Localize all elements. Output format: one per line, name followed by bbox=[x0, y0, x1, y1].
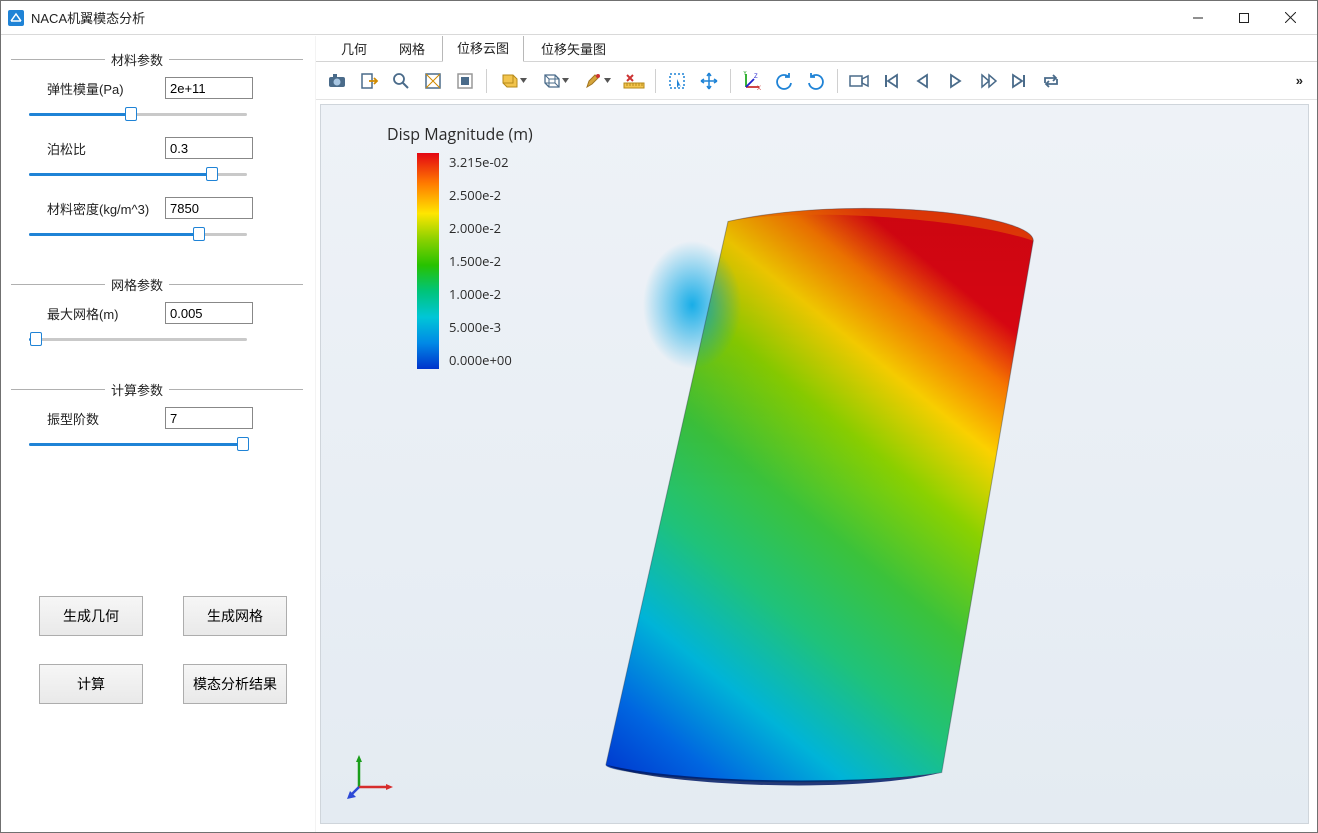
solid-color-dropdown-icon[interactable] bbox=[493, 66, 533, 96]
close-button[interactable] bbox=[1267, 3, 1313, 33]
svg-text:Z: Z bbox=[754, 74, 758, 80]
titlebar: NACA机翼模态分析 bbox=[1, 1, 1317, 35]
tab-geometry[interactable]: 几何 bbox=[326, 35, 382, 62]
fit-data-icon[interactable] bbox=[450, 66, 480, 96]
modal-results-button[interactable]: 模态分析结果 bbox=[183, 664, 287, 704]
input-mode-count[interactable] bbox=[165, 407, 253, 429]
legend-mesh: 网格参数 bbox=[111, 275, 163, 294]
legend-tick: 2.000e-2 bbox=[449, 219, 512, 237]
label-elastic-modulus: 弹性模量(Pa) bbox=[47, 79, 155, 98]
legend-tick: 3.215e-02 bbox=[449, 153, 512, 171]
marquee-select-icon[interactable] bbox=[662, 66, 692, 96]
legend-colorbar bbox=[417, 153, 439, 369]
orientation-triad-icon bbox=[347, 749, 397, 799]
action-buttons: 生成几何 生成网格 计算 模态分析结果 bbox=[11, 576, 303, 824]
first-frame-icon[interactable] bbox=[876, 66, 906, 96]
input-density[interactable] bbox=[165, 197, 253, 219]
camera-reset-icon[interactable] bbox=[844, 66, 874, 96]
slider-max-mesh[interactable] bbox=[29, 330, 247, 348]
legend-material: 材料参数 bbox=[111, 50, 163, 69]
last-frame-icon[interactable] bbox=[1004, 66, 1034, 96]
toolbar-separator bbox=[486, 69, 487, 93]
minimize-button[interactable] bbox=[1175, 3, 1221, 33]
tab-displacement-vector[interactable]: 位移矢量图 bbox=[526, 35, 621, 62]
pan-icon[interactable] bbox=[694, 66, 724, 96]
label-density: 材料密度(kg/m^3) bbox=[47, 199, 155, 218]
group-solver: 计算参数 振型阶数 bbox=[11, 380, 303, 467]
main-area: 几何 网格 位移云图 位移矢量图 Y X Z bbox=[315, 36, 1317, 832]
legend-tick: 0.000e+00 bbox=[449, 351, 512, 369]
param-elastic-modulus: 弹性模量(Pa) bbox=[11, 77, 303, 123]
toolbar-separator bbox=[655, 69, 656, 93]
legend-tick: 1.000e-2 bbox=[449, 285, 512, 303]
next-frame-icon[interactable] bbox=[972, 66, 1002, 96]
loop-icon[interactable] bbox=[1036, 66, 1066, 96]
slider-mode-count[interactable] bbox=[29, 435, 247, 453]
param-max-mesh: 最大网格(m) bbox=[11, 302, 303, 348]
slider-poisson-ratio[interactable] bbox=[29, 165, 247, 183]
legend-tick: 5.000e-3 bbox=[449, 318, 512, 336]
ruler-icon[interactable] bbox=[619, 66, 649, 96]
prev-frame-icon[interactable] bbox=[908, 66, 938, 96]
legend-tick: 1.500e-2 bbox=[449, 252, 512, 270]
legend-solver: 计算参数 bbox=[111, 380, 163, 399]
legend-ticks: 3.215e-02 2.500e-2 2.000e-2 1.500e-2 1.0… bbox=[449, 153, 512, 369]
sidebar: 材料参数 弹性模量(Pa) 泊松比 bbox=[1, 36, 315, 832]
rotate-ccw-icon[interactable] bbox=[769, 66, 799, 96]
generate-geometry-button[interactable]: 生成几何 bbox=[39, 596, 143, 636]
svg-text:X: X bbox=[757, 86, 761, 91]
legend-tick: 2.500e-2 bbox=[449, 186, 512, 204]
brush-dropdown-icon[interactable] bbox=[577, 66, 617, 96]
param-poisson-ratio: 泊松比 bbox=[11, 137, 303, 183]
group-mesh: 网格参数 最大网格(m) bbox=[11, 275, 303, 362]
toolbar-separator bbox=[730, 69, 731, 93]
toolbar-separator bbox=[837, 69, 838, 93]
viewport-toolbar: Y X Z » bbox=[316, 62, 1317, 100]
legend-title: Disp Magnitude (m) bbox=[387, 123, 533, 145]
input-elastic-modulus[interactable] bbox=[165, 77, 253, 99]
generate-mesh-button[interactable]: 生成网格 bbox=[183, 596, 287, 636]
export-icon[interactable] bbox=[354, 66, 384, 96]
maximize-button[interactable] bbox=[1221, 3, 1267, 33]
label-mode-count: 振型阶数 bbox=[47, 409, 155, 428]
param-mode-count: 振型阶数 bbox=[11, 407, 303, 453]
param-density: 材料密度(kg/m^3) bbox=[11, 197, 303, 243]
wireframe-dropdown-icon[interactable] bbox=[535, 66, 575, 96]
input-max-mesh[interactable] bbox=[165, 302, 253, 324]
camera-icon[interactable] bbox=[322, 66, 352, 96]
tab-bar: 几何 网格 位移云图 位移矢量图 bbox=[316, 36, 1317, 62]
3d-viewport[interactable]: Disp Magnitude (m) 3.215e-02 2.500e-2 2.… bbox=[320, 104, 1309, 824]
label-poisson-ratio: 泊松比 bbox=[47, 139, 155, 158]
group-material: 材料参数 弹性模量(Pa) 泊松比 bbox=[11, 50, 303, 257]
color-legend: Disp Magnitude (m) 3.215e-02 2.500e-2 2.… bbox=[387, 123, 533, 369]
label-max-mesh: 最大网格(m) bbox=[47, 304, 155, 323]
axes-icon[interactable]: Y X Z bbox=[737, 66, 767, 96]
slider-density[interactable] bbox=[29, 225, 247, 243]
app-window: NACA机翼模态分析 材料参数 弹性模量(Pa) 泊松比 bbox=[0, 0, 1318, 833]
tab-displacement-contour[interactable]: 位移云图 bbox=[442, 35, 524, 62]
zoom-box-icon[interactable] bbox=[418, 66, 448, 96]
zoom-icon[interactable] bbox=[386, 66, 416, 96]
svg-text:Y: Y bbox=[743, 71, 747, 77]
tab-mesh[interactable]: 网格 bbox=[384, 35, 440, 62]
input-poisson-ratio[interactable] bbox=[165, 137, 253, 159]
rotate-cw-icon[interactable] bbox=[801, 66, 831, 96]
toolbar-overflow[interactable]: » bbox=[1288, 73, 1311, 88]
compute-button[interactable]: 计算 bbox=[39, 664, 143, 704]
app-icon bbox=[7, 9, 25, 27]
slider-elastic-modulus[interactable] bbox=[29, 105, 247, 123]
play-icon[interactable] bbox=[940, 66, 970, 96]
window-title: NACA机翼模态分析 bbox=[31, 8, 145, 27]
